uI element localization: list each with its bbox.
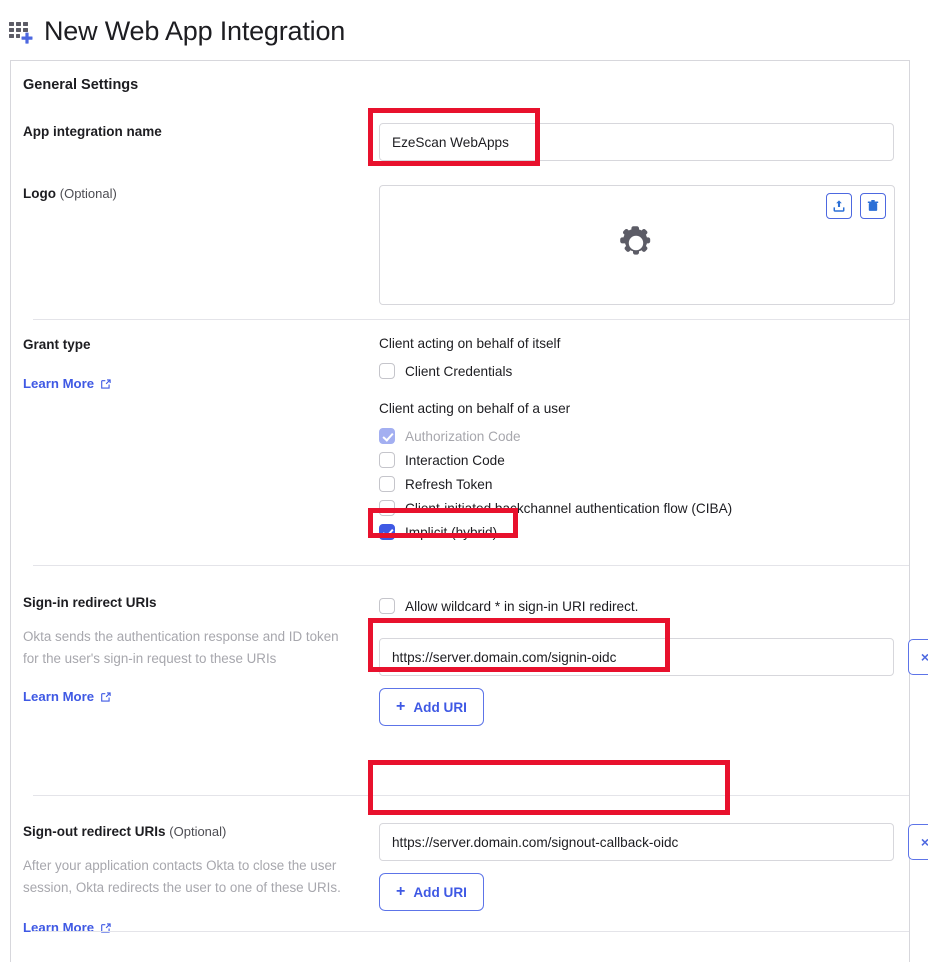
signout-add-uri-button[interactable]: + Add URI xyxy=(379,873,484,911)
signin-helper-text: Okta sends the authentication response a… xyxy=(23,629,339,666)
grant-option-label: Refresh Token xyxy=(405,476,493,492)
apps-grid-plus-icon xyxy=(8,20,34,46)
signin-label: Sign-in redirect URIs xyxy=(23,595,157,610)
row-signout-redirect-uris: Sign-out redirect URIs (Optional) After … xyxy=(23,823,928,937)
divider-after-signin xyxy=(33,795,909,796)
logo-dropzone[interactable] xyxy=(379,185,895,305)
grant-option-label: Interaction Code xyxy=(405,452,505,468)
signin-add-uri-button[interactable]: + Add URI xyxy=(379,688,484,726)
card-title: General Settings xyxy=(23,77,139,93)
grant-option-client-credentials[interactable]: Client Credentials xyxy=(379,359,909,383)
external-link-icon xyxy=(100,691,112,703)
grant-type-label: Grant type xyxy=(23,337,91,352)
plus-icon: + xyxy=(396,883,406,900)
signout-helper-text: After your application contacts Okta to … xyxy=(23,858,341,895)
signin-learn-more-link[interactable]: Learn More xyxy=(23,689,112,704)
app-integration-name-input[interactable] xyxy=(379,123,894,161)
upload-icon-button[interactable] xyxy=(826,193,852,219)
signout-label-text: Sign-out redirect URIs xyxy=(23,824,166,839)
row-grant-type: Grant type Learn More Client acting on b… xyxy=(23,336,909,544)
signin-fields-col: Allow wildcard * in sign-in URI redirect… xyxy=(379,594,928,726)
grant-group-itself-title: Client acting on behalf of itself xyxy=(379,336,561,351)
checkbox-allow-wildcard[interactable] xyxy=(379,598,395,614)
app-name-label-col: App integration name xyxy=(23,123,379,161)
signin-add-uri-label: Add URI xyxy=(413,699,467,715)
logo-label: Logo (Optional) xyxy=(23,185,363,203)
grant-option-implicit-hybrid[interactable]: Implicit (hybrid) xyxy=(379,520,909,544)
general-settings-card: General Settings App integration name Lo… xyxy=(10,60,928,962)
row-app-integration-name: App integration name xyxy=(23,123,909,161)
grant-option-ciba[interactable]: Client-initiated backchannel authenticat… xyxy=(379,496,909,520)
grant-type-learn-more-text: Learn More xyxy=(23,376,95,392)
signout-label-col: Sign-out redirect URIs (Optional) After … xyxy=(23,823,379,937)
gear-icon xyxy=(617,223,657,268)
checkbox-refresh-token[interactable] xyxy=(379,476,395,492)
signout-optional-tag: (Optional) xyxy=(169,824,227,839)
grant-option-interaction-code[interactable]: Interaction Code xyxy=(379,448,909,472)
signout-fields-col: × + Add URI xyxy=(379,823,928,937)
signout-redirect-uri-input[interactable] xyxy=(379,823,894,861)
grant-option-label: Client-initiated backchannel authenticat… xyxy=(405,500,733,516)
plus-icon: + xyxy=(396,698,406,715)
signout-add-uri-label: Add URI xyxy=(413,884,467,900)
signout-learn-more-link[interactable]: Learn More xyxy=(23,920,112,935)
signout-remove-uri-button[interactable]: × xyxy=(908,824,928,860)
grant-option-label: Implicit (hybrid) xyxy=(405,524,498,540)
logo-label-text: Logo xyxy=(23,186,56,201)
signout-learn-more-text: Learn More xyxy=(23,920,95,936)
checkbox-authorization-code[interactable] xyxy=(379,428,395,444)
grant-type-options-col: Client acting on behalf of itself Client… xyxy=(379,336,909,544)
grant-option-authorization-code[interactable]: Authorization Code xyxy=(379,424,909,448)
row-signin-redirect-uris: Sign-in redirect URIs Okta sends the aut… xyxy=(23,594,928,726)
checkbox-client-credentials[interactable] xyxy=(379,363,395,379)
signin-uri-line: × xyxy=(379,638,928,676)
signout-label: Sign-out redirect URIs (Optional) xyxy=(23,823,363,841)
external-link-icon xyxy=(100,378,112,390)
checkbox-interaction-code[interactable] xyxy=(379,452,395,468)
grant-option-refresh-token[interactable]: Refresh Token xyxy=(379,472,909,496)
signout-uri-line: × xyxy=(379,823,928,861)
page-title: New Web App Integration xyxy=(44,15,346,46)
row-logo: Logo (Optional) xyxy=(23,185,909,305)
grant-option-label: Authorization Code xyxy=(405,428,521,444)
grant-type-label-col: Grant type Learn More xyxy=(23,336,379,544)
app-name-field-col xyxy=(379,123,909,161)
app-name-label: App integration name xyxy=(23,124,162,139)
checkbox-implicit-hybrid[interactable] xyxy=(379,524,395,540)
signin-remove-uri-button[interactable]: × xyxy=(908,639,928,675)
signin-redirect-uri-input[interactable] xyxy=(379,638,894,676)
signin-learn-more-text: Learn More xyxy=(23,689,95,705)
trash-icon xyxy=(867,200,879,211)
signin-wildcard-label: Allow wildcard * in sign-in URI redirect… xyxy=(405,598,639,614)
signin-wildcard-row[interactable]: Allow wildcard * in sign-in URI redirect… xyxy=(379,594,928,618)
logo-optional-tag: (Optional) xyxy=(59,186,117,201)
grant-type-learn-more-link[interactable]: Learn More xyxy=(23,376,112,391)
grant-group-user-title: Client acting on behalf of a user xyxy=(379,401,571,416)
upload-icon xyxy=(833,200,845,212)
logo-label-col: Logo (Optional) xyxy=(23,185,379,305)
logo-actions xyxy=(826,193,886,219)
page-header: New Web App Integration xyxy=(0,0,928,60)
checkbox-ciba[interactable] xyxy=(379,500,395,516)
divider-after-logo xyxy=(33,319,909,320)
trash-icon-button[interactable] xyxy=(860,193,886,219)
divider-after-grant-type xyxy=(33,565,909,566)
grant-option-label: Client Credentials xyxy=(405,363,513,379)
logo-field-col xyxy=(379,185,909,305)
signin-label-col: Sign-in redirect URIs Okta sends the aut… xyxy=(23,594,379,726)
divider-after-signout xyxy=(33,931,909,932)
